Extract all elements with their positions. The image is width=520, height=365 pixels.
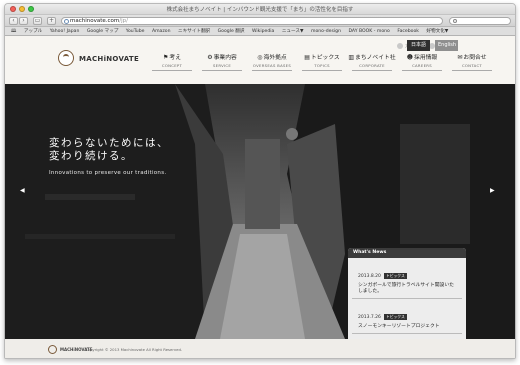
add-tab-button[interactable]: + [47,17,56,25]
bookmark-9[interactable]: mono-design [311,29,341,34]
nav-contact[interactable]: ✉お問合せ CONTACT [447,52,497,71]
nav-label-en: SERVICE [202,63,242,71]
browser-toolbar: ‹ › ▭ + machinovate.com/jp/ [5,15,515,27]
nav-label-ja: トピックス [310,55,340,61]
hero-line-1: 変わらないためには、 [49,137,169,149]
print-icon[interactable] [397,43,404,49]
nav-label-en: CONTACT [452,63,492,71]
news-date: 2013.8.20 [358,274,381,279]
title-bar: 株式会社まちノベイト | インバウンド観光支援で「まち」の活性化を目指す [5,4,515,15]
nav-label-ja: お問合せ [463,55,487,61]
main-nav: ⚑考え CONCEPT ⚙事業内容 SERVICE ◎海外拠点 OVERSEAS… [147,52,497,71]
bookmark-1[interactable]: Yahoo! Japan [50,29,80,34]
news-item[interactable]: 2013.7.26 トピックス スノーモンキーリゾートプロジェクト [352,299,462,334]
window-title: 株式会社まちノベイト | インバウンド観光支援で「まち」の活性化を目指す [166,7,354,13]
news-heading: What's News [348,248,466,258]
nav-label-ja: 海外拠点 [263,55,287,61]
news-title[interactable]: シンガポールで旅行トラベルサイト開設いたしました。 [358,283,456,295]
globe-icon [64,19,69,24]
globe-icon: ◎ [257,54,263,61]
news-tag: トピックス [383,314,407,320]
web-page: MACHiNOVATE 文字サイズ 日本語 English ⚑考え CONCEP… [5,36,515,358]
mail-icon: ✉ [457,54,463,61]
copyright-text: Copyright © 2013 Machinovate All Right R… [85,347,183,352]
hero-slideshow: 変わらないためには、 変わり続ける。 Innovations to preser… [5,84,515,339]
bookmark-5[interactable]: ニキサイト翻訳 [178,29,210,34]
people-icon: ☻ [406,54,414,61]
news-tag: トピックス [383,273,407,279]
lang-english-button[interactable]: English [435,40,458,51]
flag-icon: ⚑ [163,54,169,61]
nav-label-ja: 採用情報 [414,55,438,61]
bookmark-12[interactable]: 好物文化▼ [426,29,448,34]
hero-subtitle: Innovations to preserve our traditions. [49,170,167,176]
news-title[interactable]: スノーモンキーリゾートプロジェクト [358,324,456,330]
nav-concept[interactable]: ⚑考え CONCEPT [147,52,197,71]
bookmark-8[interactable]: ニュース▼ [282,29,304,34]
reading-list-icon[interactable]: 🕮 [11,29,16,34]
building-icon: ▥ [348,54,355,61]
bookmark-4[interactable]: Amazon [152,29,171,34]
nav-label-en: CAREERS [402,63,442,71]
site-footer: MACHiNOVATE Copyright © 2013 Machinovate… [5,339,515,358]
nav-corporate[interactable]: ▥まちノベイト社 CORPORATE [347,52,397,71]
nav-label-ja: まちノベイト社 [355,55,396,61]
nav-topics[interactable]: ▤トピックス TOPICS [297,52,347,71]
news-item[interactable]: 2013.8.20 トピックス シンガポールで旅行トラベルサイト開設いたしました。 [352,258,462,299]
url-host: machinovate.com [70,18,120,24]
slide-prev-icon[interactable]: ◀ [20,187,25,194]
site-logo-text[interactable]: MACHiNOVATE [79,55,139,63]
bookmark-11[interactable]: Facebook [397,29,419,34]
gear-icon: ⚙ [207,54,213,61]
bookmark-2[interactable]: Google マップ [87,29,118,34]
hero-catchcopy: 変わらないためには、 変わり続ける。 Innovations to preser… [49,137,169,176]
nav-label-ja: 考え [169,55,181,61]
hero-line-2: 変わり続ける。 [49,150,133,162]
bookmark-10[interactable]: DAY BOOK - mono [348,29,389,34]
lang-japanese-button[interactable]: 日本語 [407,40,430,51]
nav-label-en: CONCEPT [152,63,192,71]
browser-window: 株式会社まちノベイト | インバウンド観光支援で「まち」の活性化を目指す ‹ ›… [4,3,516,359]
bookmark-7[interactable]: Wikipedia [252,29,274,34]
url-path: /jp/ [119,18,129,24]
nav-service[interactable]: ⚙事業内容 SERVICE [197,52,247,71]
address-bar[interactable]: machinovate.com/jp/ [61,17,443,25]
news-date: 2013.7.26 [358,315,381,320]
logo-icon[interactable] [58,50,74,66]
news-panel: What's News 2013.8.20 トピックス シンガポールで旅行トラベル… [348,248,466,339]
nav-label-en: CORPORATE [352,63,392,71]
site-header: MACHiNOVATE 文字サイズ 日本語 English ⚑考え CONCEP… [5,36,515,84]
slide-next-icon[interactable]: ▶ [490,187,495,194]
book-icon: ▤ [304,54,310,61]
sidebar-icon[interactable]: ▭ [33,17,42,25]
nav-label-en: TOPICS [302,63,342,71]
back-button[interactable]: ‹ [9,17,18,25]
nav-careers[interactable]: ☻採用情報 CAREERS [397,52,447,71]
bookmark-3[interactable]: YouTube [126,29,145,34]
nav-label-en: OVERSEAS BASES [252,63,292,71]
bookmark-6[interactable]: Google 翻訳 [218,29,245,34]
bookmarks-bar: 🕮 アップル Yahoo! Japan Google マップ YouTube A… [5,27,515,36]
footer-logo-icon [48,345,57,354]
forward-button[interactable]: › [19,17,28,25]
nav-label-ja: 事業内容 [213,55,237,61]
nav-overseas[interactable]: ◎海外拠点 OVERSEAS BASES [247,52,297,71]
bookmark-0[interactable]: アップル [24,29,42,34]
search-field[interactable] [449,17,511,25]
search-icon [453,19,457,23]
